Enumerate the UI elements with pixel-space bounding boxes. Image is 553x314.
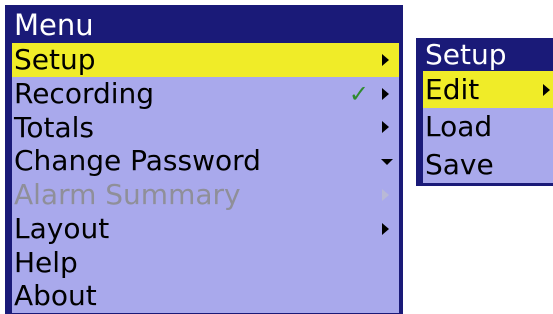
menu-item-label: Load xyxy=(425,110,493,144)
menu-item-label: Change Password xyxy=(14,144,261,178)
checkmark-icon: ✓ xyxy=(348,79,369,108)
chevron-down-icon xyxy=(381,159,393,166)
submenu-item-save[interactable]: Save xyxy=(423,146,553,183)
menu-item-label: Help xyxy=(14,245,78,279)
chevron-right-icon xyxy=(382,53,389,66)
menu-item-about[interactable]: About xyxy=(12,279,399,313)
main-menu: Menu Setup Recording ✓ Totals Change Pas… xyxy=(5,5,403,314)
chevron-right-icon xyxy=(382,121,389,134)
setup-submenu-title: Setup xyxy=(425,38,507,71)
main-menu-list: Setup Recording ✓ Totals Change Password… xyxy=(12,43,399,313)
menu-item-recording[interactable]: Recording ✓ xyxy=(12,77,399,111)
menu-item-label: About xyxy=(14,279,97,313)
menu-item-change-password[interactable]: Change Password xyxy=(12,144,399,178)
setup-submenu-list: Edit Load Save xyxy=(423,71,553,183)
menu-item-label: Save xyxy=(425,147,494,181)
menu-item-label: Edit xyxy=(425,73,480,106)
setup-submenu: Setup Edit Load Save xyxy=(416,38,553,186)
menu-item-help[interactable]: Help xyxy=(12,246,399,280)
menu-item-alarm-summary: Alarm Summary xyxy=(12,178,399,212)
menu-item-layout[interactable]: Layout xyxy=(12,212,399,246)
submenu-item-edit[interactable]: Edit xyxy=(423,71,553,109)
submenu-item-load[interactable]: Load xyxy=(423,108,553,145)
menu-item-label: Setup xyxy=(14,43,96,76)
chevron-right-icon xyxy=(382,87,389,100)
chevron-right-icon xyxy=(543,83,550,96)
menu-item-label: Recording xyxy=(14,76,155,110)
menu-item-setup[interactable]: Setup xyxy=(12,43,399,77)
main-menu-title: Menu xyxy=(14,8,94,42)
menu-item-label: Totals xyxy=(14,110,94,144)
menu-item-label: Alarm Summary xyxy=(14,178,241,211)
chevron-right-icon xyxy=(382,222,389,235)
chevron-right-icon xyxy=(382,188,389,201)
menu-item-totals[interactable]: Totals xyxy=(12,111,399,145)
menu-item-label: Layout xyxy=(14,211,110,245)
